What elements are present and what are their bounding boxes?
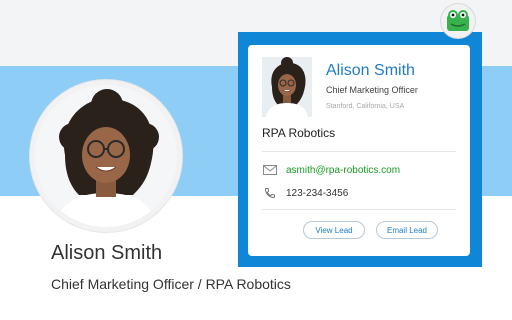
mail-icon (262, 163, 278, 177)
lead-name-link[interactable]: Alison Smith (326, 62, 415, 80)
lead-email-link[interactable]: asmith@rpa-robotics.com (286, 165, 400, 176)
lead-photo (262, 57, 312, 117)
lead-popup: Alison Smith Chief Marketing Officer Sta… (238, 32, 482, 267)
divider (262, 209, 456, 210)
profile-name: Alison Smith (51, 242, 163, 264)
lead-location: Stanford, California, USA (326, 103, 405, 110)
divider (262, 151, 456, 152)
person-thumbnail-icon (262, 57, 312, 117)
lead-phone: 123-234-3456 (286, 187, 349, 199)
view-lead-button[interactable]: View Lead (303, 221, 365, 239)
email-row: asmith@rpa-robotics.com (262, 163, 400, 177)
profile-avatar (30, 80, 182, 232)
phone-icon (262, 186, 278, 200)
profile-subtitle: Chief Marketing Officer / RPA Robotics (51, 276, 291, 292)
lead-title: Chief Marketing Officer (326, 85, 418, 95)
phone-row: 123-234-3456 (262, 186, 348, 200)
email-lead-button[interactable]: Email Lead (376, 221, 438, 239)
frog-logo-icon[interactable] (441, 4, 475, 38)
profile-photo (35, 85, 177, 227)
person-photo-icon (35, 85, 177, 227)
lead-card: Alison Smith Chief Marketing Officer Sta… (248, 45, 470, 256)
lead-company: RPA Robotics (262, 126, 336, 140)
